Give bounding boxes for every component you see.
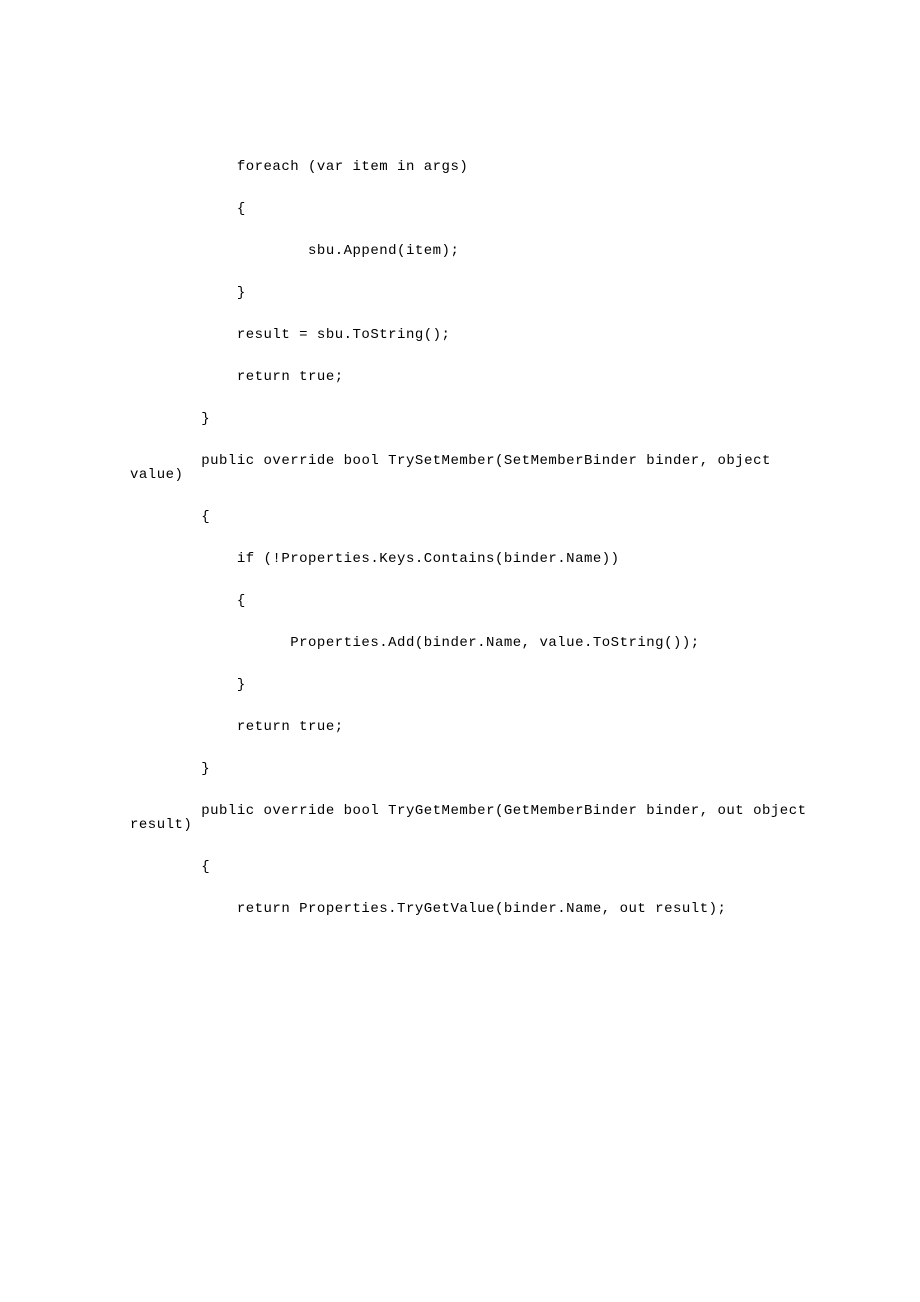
code-line: return true; [130, 370, 825, 384]
code-line: } [130, 412, 825, 426]
code-line: if (!Properties.Keys.Contains(binder.Nam… [130, 552, 825, 566]
code-line: } [130, 286, 825, 300]
code-line: public override bool TrySetMember(SetMem… [130, 454, 825, 482]
code-line: return true; [130, 720, 825, 734]
code-line: } [130, 762, 825, 776]
code-line: return Properties.TryGetValue(binder.Nam… [130, 902, 825, 916]
code-line: public override bool TryGetMember(GetMem… [130, 804, 825, 832]
code-line: { [130, 860, 825, 874]
code-line: foreach (var item in args) [130, 160, 825, 174]
code-line: sbu.Append(item); [130, 244, 825, 258]
code-line: Properties.Add(binder.Name, value.ToStri… [130, 636, 825, 650]
code-line: { [130, 510, 825, 524]
code-line: } [130, 678, 825, 692]
code-line: { [130, 202, 825, 216]
code-line: result = sbu.ToString(); [130, 328, 825, 342]
code-line: { [130, 594, 825, 608]
